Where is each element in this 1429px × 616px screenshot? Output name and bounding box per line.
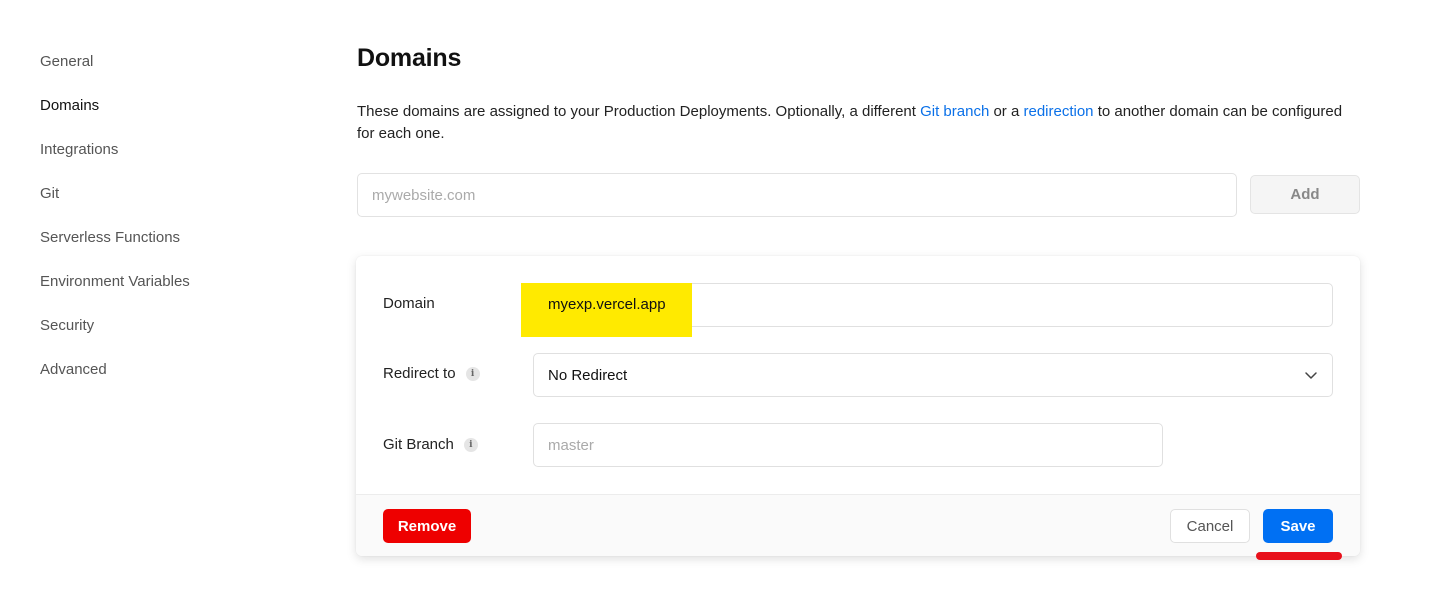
save-button[interactable]: Save [1263, 509, 1333, 543]
domain-card: Domain myexp.vercel.app Redirect to i No… [356, 256, 1360, 556]
description-text: These domains are assigned to your Produ… [357, 103, 921, 120]
redirect-select[interactable]: No Redirect [533, 353, 1333, 397]
description-text: or a [989, 103, 1024, 120]
domain-value: myexp.vercel.app [548, 296, 666, 313]
git-branch-label: Git Branch [383, 436, 454, 453]
redirect-label: Redirect to [383, 365, 456, 382]
domain-label-row: Domain [383, 295, 435, 312]
add-domain-input[interactable] [357, 173, 1237, 217]
remove-button[interactable]: Remove [383, 509, 471, 543]
settings-sidebar: General Domains Integrations Git Serverl… [40, 52, 300, 404]
git-branch-input[interactable] [533, 423, 1163, 467]
sidebar-item-advanced[interactable]: Advanced [40, 360, 300, 404]
add-domain-button[interactable]: Add [1250, 175, 1360, 214]
redirect-label-row: Redirect to i [383, 365, 480, 382]
sidebar-item-security[interactable]: Security [40, 316, 300, 360]
git-branch-link[interactable]: Git branch [920, 103, 989, 120]
page-title: Domains [357, 44, 462, 72]
page-description: These domains are assigned to your Produ… [357, 101, 1361, 145]
chevron-down-icon [1305, 372, 1317, 379]
domain-label: Domain [383, 295, 435, 312]
sidebar-item-serverless-functions[interactable]: Serverless Functions [40, 228, 300, 272]
sidebar-item-git[interactable]: Git [40, 184, 300, 228]
info-icon[interactable]: i [465, 366, 480, 381]
card-footer: Remove Cancel Save [356, 494, 1360, 556]
info-icon[interactable]: i [463, 437, 478, 452]
git-branch-label-row: Git Branch i [383, 436, 478, 453]
sidebar-item-environment-variables[interactable]: Environment Variables [40, 272, 300, 316]
sidebar-item-integrations[interactable]: Integrations [40, 140, 300, 184]
sidebar-item-general[interactable]: General [40, 52, 300, 96]
redirect-selected-value: No Redirect [548, 366, 628, 384]
annotation-underline [1256, 552, 1342, 560]
redirection-link[interactable]: redirection [1023, 103, 1093, 120]
cancel-button[interactable]: Cancel [1170, 509, 1250, 543]
sidebar-item-domains[interactable]: Domains [40, 96, 300, 140]
